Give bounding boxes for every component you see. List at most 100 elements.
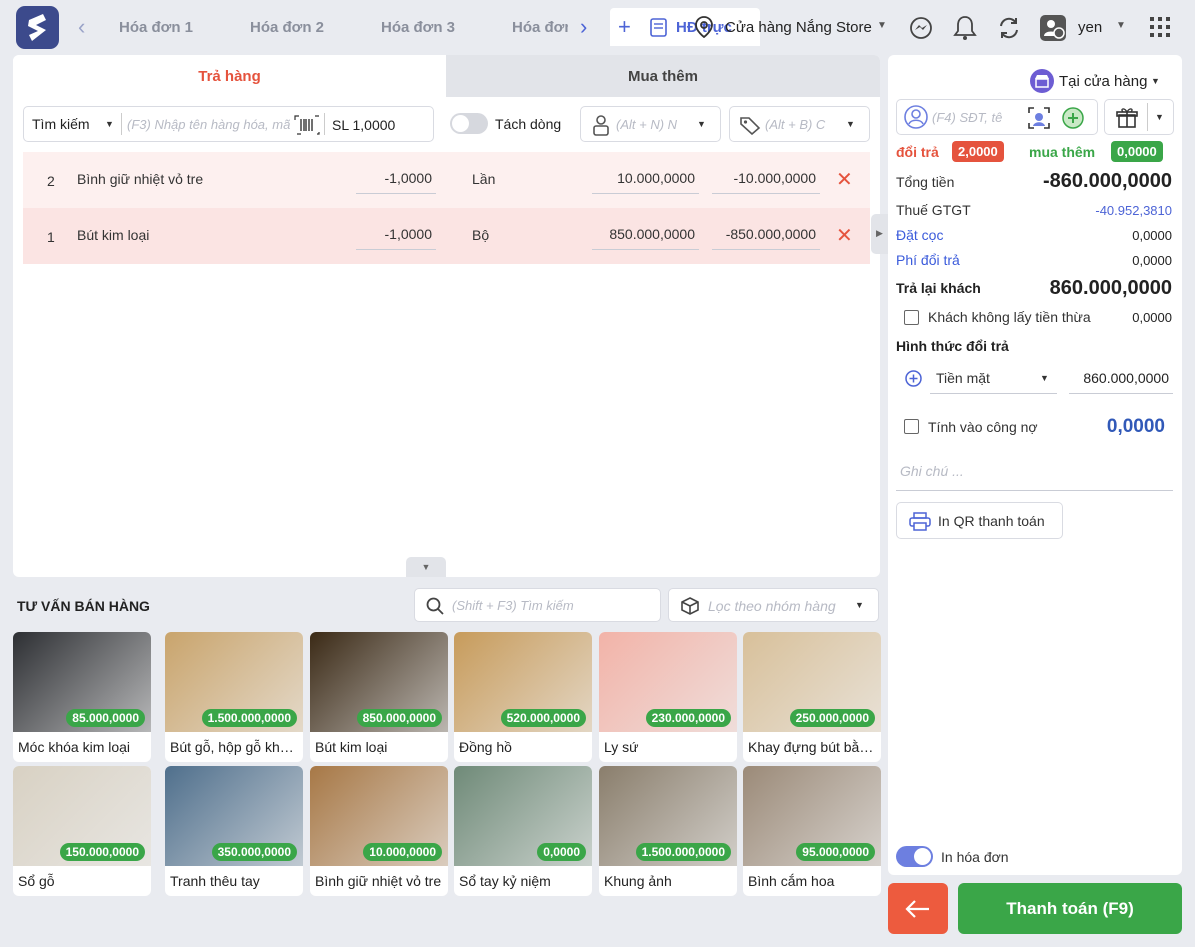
price-list-select[interactable]: (Alt + B) C ▼: [729, 106, 870, 142]
expand-side-handle-icon[interactable]: ▶: [871, 214, 888, 254]
product-card[interactable]: 250.000,0000 Khay đựng bút bằng gỗ: [743, 632, 881, 762]
product-card[interactable]: 95.000,0000 Bình cắm hoa: [743, 766, 881, 896]
note-placeholder: Ghi chú ...: [900, 463, 964, 479]
remove-item-icon[interactable]: ✕: [836, 167, 853, 192]
payment-amount-input[interactable]: 860.000,0000: [1069, 362, 1173, 394]
item-qty-input[interactable]: -1,0000: [356, 164, 436, 194]
product-card[interactable]: 0,0000 Sổ tay kỷ niệm: [454, 766, 592, 896]
tab-invoice-3[interactable]: Hóa đơn 3: [381, 19, 455, 36]
apps-grid-icon[interactable]: [1150, 17, 1170, 37]
chevron-down-icon[interactable]: ▼: [1151, 76, 1160, 86]
search-mode-chevron-icon[interactable]: ▼: [105, 119, 114, 129]
item-unit[interactable]: Bộ: [472, 227, 489, 243]
deposit-label[interactable]: Đặt cọc: [896, 227, 943, 243]
item-unit[interactable]: Lần: [472, 171, 495, 187]
no-change-checkbox[interactable]: [904, 310, 919, 325]
barcode-icon[interactable]: [294, 115, 320, 135]
product-card[interactable]: 150.000,0000 Sổ gỗ: [13, 766, 151, 896]
tab-buy-more[interactable]: Mua thêm: [446, 55, 880, 97]
payment-method-select[interactable]: Tiền mặt ▼: [930, 362, 1057, 394]
note-input[interactable]: Ghi chú ...: [896, 455, 1173, 491]
product-card[interactable]: 85.000,0000 Móc khóa kim loại: [13, 632, 151, 762]
customer-phone-placeholder: (F4) SĐT, tê: [932, 110, 1003, 125]
product-card[interactable]: 520.000,0000 Đồng hồ: [454, 632, 592, 762]
gift-icon: [1116, 108, 1138, 128]
product-name: Khay đựng bút bằng gỗ: [748, 739, 878, 755]
print-qr-button[interactable]: In QR thanh toán: [896, 502, 1063, 539]
item-qty-input[interactable]: -1,0000: [356, 220, 436, 250]
add-payment-method-icon[interactable]: [905, 370, 922, 387]
scan-face-icon[interactable]: [1027, 106, 1051, 130]
product-name: Đồng hồ: [459, 739, 512, 755]
product-price-badge: 350.000,0000: [211, 843, 297, 861]
product-name: Sổ gỗ: [18, 873, 55, 889]
deposit-value: 0,0000: [1132, 228, 1172, 243]
refund-label: Trả lại khách: [896, 280, 981, 296]
product-card[interactable]: 350.000,0000 Tranh thêu tay: [165, 766, 303, 896]
product-group-filter[interactable]: Lọc theo nhóm hàng ▼: [668, 588, 879, 622]
item-price-input[interactable]: 10.000,0000: [592, 164, 699, 194]
debt-label: Tính vào công nợ: [928, 419, 1038, 435]
search-mode-select[interactable]: Tìm kiếm: [32, 116, 90, 132]
item-price-input[interactable]: 850.000,0000: [592, 220, 699, 250]
chevron-down-icon: ▼: [697, 119, 706, 129]
chevron-down-icon: ▼: [846, 119, 855, 129]
tabs-next-icon[interactable]: ›: [580, 14, 587, 40]
pay-button[interactable]: Thanh toán (F9): [958, 883, 1182, 934]
customer-select[interactable]: (Alt + N) N ▼: [580, 106, 721, 142]
store-name[interactable]: Cửa hàng Nắng Store: [725, 19, 872, 36]
product-name: Ly sứ: [604, 739, 639, 755]
user-chevron-down-icon[interactable]: ▼: [1116, 20, 1126, 31]
sales-channel-select[interactable]: Tại cửa hàng: [1059, 73, 1147, 90]
print-qr-label: In QR thanh toán: [938, 513, 1045, 529]
tab-return[interactable]: Trả hàng: [13, 55, 446, 97]
product-card[interactable]: 1.500.000,0000 Khung ảnh: [599, 766, 737, 896]
product-price-badge: 520.000,0000: [500, 709, 586, 727]
product-search-input[interactable]: (F3) Nhập tên hàng hóa, mã: [127, 117, 297, 132]
tab-invoice-1[interactable]: Hóa đơn 1: [119, 19, 193, 36]
receipt-icon: [650, 18, 667, 37]
quantity-input[interactable]: SL 1,0000: [332, 117, 395, 133]
refund-value: 860.000,0000: [1049, 277, 1172, 299]
return-fee-label[interactable]: Phí đổi trả: [896, 252, 960, 268]
add-customer-icon[interactable]: [1062, 107, 1084, 129]
back-button[interactable]: [888, 883, 948, 934]
add-tab-icon[interactable]: +: [618, 14, 631, 40]
bell-icon[interactable]: [953, 15, 977, 41]
product-price-badge: 230.000,0000: [645, 709, 731, 727]
store-chevron-down-icon[interactable]: ▼: [877, 20, 887, 31]
customer-phone-input[interactable]: (F4) SĐT, tê: [896, 99, 1098, 135]
tab-invoice-4[interactable]: Hóa đơn: [512, 19, 568, 36]
advice-title: TƯ VẤN BÁN HÀNG: [17, 598, 150, 614]
collapse-handle-icon[interactable]: ▼: [406, 557, 446, 577]
user-name[interactable]: yen: [1078, 19, 1102, 36]
return-fee-value: 0,0000: [1132, 253, 1172, 268]
table-row[interactable]: 1 Bút kim loại -1,0000 Bộ 850.000,0000 -…: [23, 208, 870, 264]
product-price-badge: 0,0000: [537, 843, 586, 861]
debt-checkbox[interactable]: [904, 419, 919, 434]
vat-value[interactable]: -40.952,3810: [1095, 203, 1172, 218]
payment-method-title: Hình thức đổi trả: [896, 338, 1009, 354]
price-list-placeholder: (Alt + B) C: [765, 117, 826, 132]
product-card[interactable]: 1.500.000,0000 Bút gỗ, hộp gỗ khắc tên: [165, 632, 303, 762]
table-row[interactable]: 2 Bình giữ nhiệt vỏ tre -1,0000 Lần 10.0…: [23, 152, 870, 208]
tab-invoice-2[interactable]: Hóa đơn 2: [250, 19, 324, 36]
product-card[interactable]: 230.000,0000 Ly sứ: [599, 632, 737, 762]
product-card[interactable]: 850.000,0000 Bút kim loại: [310, 632, 448, 762]
product-price-badge: 150.000,0000: [59, 843, 145, 861]
gift-button[interactable]: ▼: [1104, 99, 1174, 135]
top-bar: ‹ Hóa đơn 1 Hóa đơn 2 Hóa đơn 3 Hóa đơn …: [0, 0, 1195, 54]
messenger-icon[interactable]: [909, 16, 933, 40]
print-invoice-toggle[interactable]: [896, 846, 933, 867]
tabs-prev-icon[interactable]: ‹: [78, 14, 85, 40]
remove-item-icon[interactable]: ✕: [836, 223, 853, 248]
user-circle-icon: [904, 105, 928, 129]
product-card[interactable]: 10.000,0000 Bình giữ nhiệt vỏ tre: [310, 766, 448, 896]
sync-icon[interactable]: [997, 16, 1021, 40]
split-line-toggle[interactable]: [450, 113, 488, 134]
avatar[interactable]: [1040, 15, 1066, 41]
app-logo[interactable]: [16, 6, 59, 49]
search-icon: [426, 597, 444, 615]
product-name: Tranh thêu tay: [170, 873, 260, 889]
advice-search-input[interactable]: (Shift + F3) Tìm kiếm: [414, 588, 661, 622]
